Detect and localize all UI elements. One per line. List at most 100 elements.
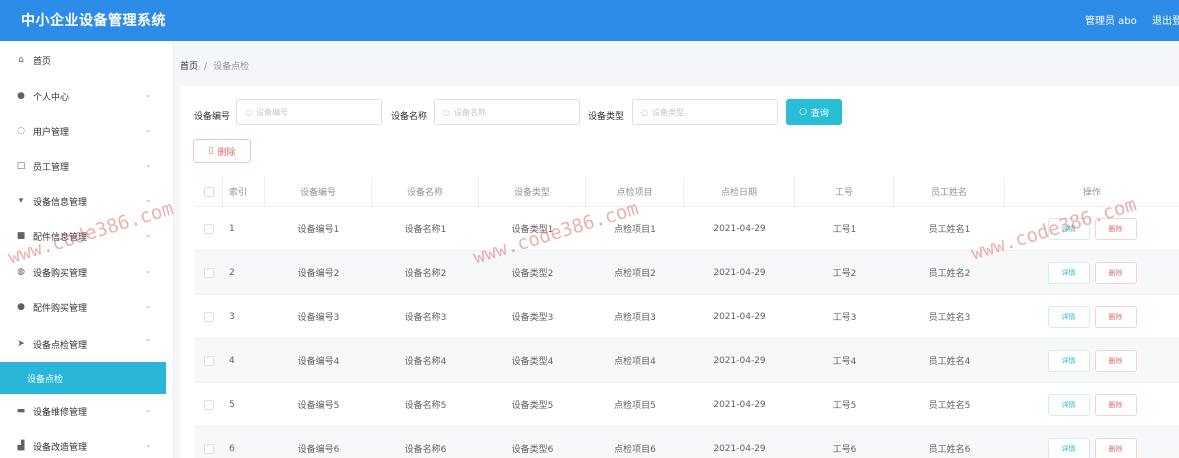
select-all-checkbox[interactable] bbox=[203, 186, 214, 197]
sidebar-item-repair[interactable]: ▬ 设备维修管理 ⌄ bbox=[0, 394, 174, 428]
detail-button[interactable]: 详情 bbox=[1047, 261, 1090, 284]
chevron-down-icon: ⌄ bbox=[145, 301, 152, 310]
query-button[interactable]: ○ 查询 bbox=[786, 99, 842, 125]
sidebar-item-label: 配件购买管理 bbox=[33, 303, 88, 314]
delete-button[interactable]: 删除 bbox=[1094, 261, 1137, 284]
device-type-cell: 设备类型3 bbox=[511, 313, 554, 323]
inspection-date-cell: 2021-04-29 bbox=[713, 223, 766, 234]
delete-button[interactable]: 删除 bbox=[1094, 349, 1137, 372]
delete-button[interactable]: 删除 bbox=[1094, 437, 1137, 458]
sidebar-item-users[interactable]: ◌ 用户管理 ⌄ bbox=[0, 114, 174, 148]
device-id-placeholder: 设备编号 bbox=[255, 107, 288, 117]
table-header: 索引 设备编号 设备名称 设备类型 点检项目 点检日期 工号 员工姓名 操作 bbox=[195, 177, 1179, 207]
inspection-item-cell: 点检项目2 bbox=[614, 269, 656, 279]
row-checkbox[interactable] bbox=[204, 443, 214, 454]
device-type-cell: 设备类型2 bbox=[511, 269, 554, 279]
index-cell: 3 bbox=[229, 311, 235, 322]
employee-name-cell: 员工姓名3 bbox=[928, 313, 971, 323]
batch-delete-button[interactable]: ▯ 删除 bbox=[193, 139, 251, 163]
delete-button[interactable]: 删除 bbox=[1094, 217, 1137, 240]
device-id-cell: 设备编号6 bbox=[297, 445, 340, 455]
inspection-date-cell: 2021-04-29 bbox=[713, 355, 766, 366]
inspection-item-cell: 点检项目5 bbox=[614, 401, 656, 411]
parts-icon: ■ bbox=[16, 231, 26, 241]
sidebar-item-renovation[interactable]: ▟ 设备改造管理 ⌄ bbox=[0, 429, 174, 458]
sidebar-subitem-label: 设备点检 bbox=[27, 374, 64, 385]
column-header: 点检日期 bbox=[684, 177, 795, 206]
row-checkbox[interactable] bbox=[204, 355, 214, 366]
column-header: 工号 bbox=[795, 177, 894, 206]
home-icon: ⌂ bbox=[18, 55, 24, 65]
device-id-label: 设备编号 bbox=[194, 112, 231, 122]
inspection-date-cell: 2021-04-29 bbox=[713, 399, 766, 410]
current-user[interactable]: 管理员 abo bbox=[1085, 12, 1137, 27]
row-checkbox[interactable] bbox=[204, 223, 214, 234]
delete-button[interactable]: 删除 bbox=[1094, 305, 1137, 328]
sidebar-item-label: 用户管理 bbox=[33, 127, 70, 138]
row-checkbox-cell bbox=[195, 207, 223, 250]
device-icon: ▾ bbox=[18, 196, 24, 206]
search-icon: ○ bbox=[245, 107, 252, 117]
chevron-down-icon: ⌄ bbox=[145, 125, 152, 134]
device-name-cell: 设备名称3 bbox=[404, 313, 447, 323]
row-checkbox[interactable] bbox=[204, 311, 214, 322]
sidebar-item-home[interactable]: ⌂ 首页 bbox=[0, 43, 174, 77]
sidebar-item-parts-info[interactable]: ■ 配件信息管理 ⌄ bbox=[0, 219, 174, 253]
device-name-cell: 设备名称6 bbox=[404, 445, 447, 455]
row-checkbox[interactable] bbox=[204, 267, 214, 278]
index-cell: 2 bbox=[229, 267, 235, 278]
device-type-input[interactable]: ○ 设备类型 bbox=[632, 99, 778, 125]
detail-button[interactable]: 详情 bbox=[1047, 217, 1090, 240]
detail-button[interactable]: 详情 bbox=[1047, 305, 1090, 328]
employee-id-cell: 工号5 bbox=[832, 401, 857, 411]
device-id-input[interactable]: ○ 设备编号 bbox=[236, 99, 382, 125]
send-icon: ➤ bbox=[17, 339, 25, 349]
inspection-date-cell: 2021-04-29 bbox=[713, 267, 766, 278]
table-row: 1 设备编号1 设备名称1 设备类型1 点检项目1 2021-04-29 工号1… bbox=[195, 207, 1179, 251]
sidebar-item-label: 设备信息管理 bbox=[33, 197, 88, 208]
users-icon: ◌ bbox=[17, 126, 25, 136]
device-name-label: 设备名称 bbox=[391, 112, 428, 122]
row-checkbox-cell bbox=[195, 427, 223, 458]
sidebar-item-inspection[interactable]: ➤ 设备点检管理 ⌃ bbox=[0, 327, 174, 361]
sidebar-item-device-info[interactable]: ▾ 设备信息管理 ⌄ bbox=[0, 184, 174, 218]
sidebar-item-employees[interactable]: □ 员工管理 ⌄ bbox=[0, 149, 174, 183]
employee-name-cell: 员工姓名1 bbox=[928, 225, 971, 235]
user-icon: ● bbox=[17, 91, 25, 101]
table-row: 5 设备编号5 设备名称5 设备类型5 点检项目5 2021-04-29 工号5… bbox=[195, 383, 1179, 427]
chevron-down-icon: ⌄ bbox=[145, 160, 152, 169]
detail-button[interactable]: 详情 bbox=[1047, 349, 1090, 372]
row-checkbox[interactable] bbox=[204, 399, 214, 410]
column-header: 索引 bbox=[223, 177, 265, 206]
actions-cell: 详情 删除 bbox=[1005, 295, 1179, 338]
inspection-item-cell: 点检项目3 bbox=[614, 313, 656, 323]
index-cell: 1 bbox=[229, 223, 235, 234]
device-name-cell: 设备名称1 bbox=[404, 225, 447, 235]
device-type-cell: 设备类型1 bbox=[511, 225, 554, 235]
breadcrumb-home[interactable]: 首页 bbox=[180, 62, 198, 72]
sidebar-item-profile[interactable]: ● 个人中心 ⌄ bbox=[0, 79, 174, 113]
inspection-item-cell: 点检项目6 bbox=[614, 445, 656, 455]
employee-icon: □ bbox=[16, 161, 26, 171]
delete-button[interactable]: 删除 bbox=[1094, 393, 1137, 416]
sidebar-item-device-purchase[interactable]: ◍ 设备购买管理 ⌄ bbox=[0, 255, 174, 289]
search-icon: ○ bbox=[641, 107, 648, 117]
tools-icon: ▟ bbox=[17, 441, 25, 451]
column-header: 设备类型 bbox=[479, 177, 586, 206]
row-checkbox-cell bbox=[195, 295, 223, 338]
inspection-date-cell: 2021-04-29 bbox=[713, 443, 766, 454]
device-name-cell: 设备名称4 bbox=[404, 357, 447, 367]
device-type-placeholder: 设备类型 bbox=[651, 107, 684, 117]
sidebar-item-parts-purchase[interactable]: ● 配件购买管理 ⌄ bbox=[0, 290, 174, 324]
sidebar-item-label: 个人中心 bbox=[33, 92, 70, 103]
detail-button[interactable]: 详情 bbox=[1047, 393, 1090, 416]
detail-button[interactable]: 详情 bbox=[1047, 437, 1090, 458]
employee-name-cell: 员工姓名4 bbox=[928, 357, 971, 367]
device-name-input[interactable]: ○ 设备名称 bbox=[434, 99, 580, 125]
logout-link[interactable]: 退出登录 bbox=[1152, 12, 1179, 27]
index-cell: 5 bbox=[229, 399, 235, 410]
inspection-date-cell: 2021-04-29 bbox=[713, 311, 766, 322]
device-id-cell: 设备编号5 bbox=[297, 401, 340, 411]
sidebar-subitem-inspection[interactable]: 设备点检 bbox=[0, 362, 166, 394]
table-row: 3 设备编号3 设备名称3 设备类型3 点检项目3 2021-04-29 工号3… bbox=[195, 295, 1179, 339]
